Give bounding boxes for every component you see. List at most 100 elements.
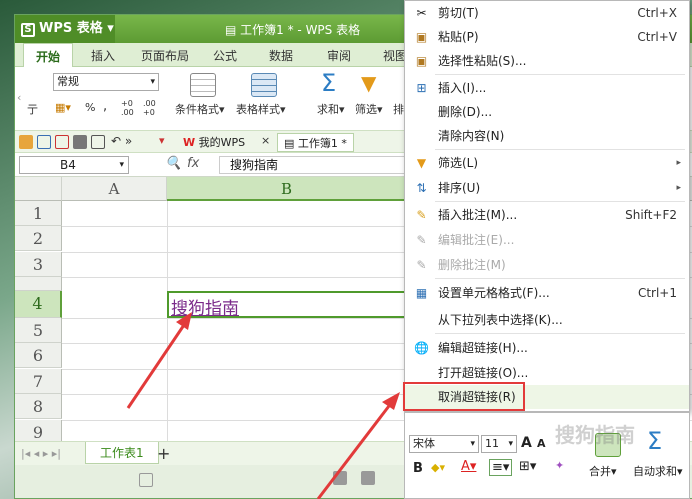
menu-separator (435, 278, 685, 279)
status-icon (139, 473, 153, 487)
tab-home[interactable]: 开始 (23, 43, 74, 68)
ribbon-partial-label: 亍 (27, 103, 38, 116)
cell-b4-hyperlink[interactable]: 搜狗指南 (171, 294, 239, 319)
zoom-icon[interactable]: 🔍 (165, 156, 181, 171)
autosum-button[interactable]: 自动求和▾ (633, 463, 683, 479)
row-header-3[interactable]: 3 (15, 252, 62, 277)
mini-font-select[interactable]: 宋体 ▾ (409, 435, 479, 453)
sum-button[interactable]: 求和▾ (317, 101, 345, 117)
menu-item-paste[interactable]: ▣ 粘贴(P) Ctrl+V (405, 25, 689, 49)
table-style-icon[interactable] (251, 73, 277, 97)
open-icon[interactable] (19, 135, 33, 149)
add-sheet-button[interactable]: + (157, 444, 170, 463)
context-menu: ✂ 剪切(T) Ctrl+X ▣ 粘贴(P) Ctrl+V ▣ 选择性粘贴(S)... ⊞… (404, 0, 690, 412)
row-header-6[interactable]: 6 (15, 343, 62, 368)
menu-item-pick-from-list[interactable]: 从下拉列表中选择(K)... (405, 308, 689, 332)
menu-item-delete[interactable]: 删除(D)... (405, 100, 689, 124)
paste-special-icon: ▣ (415, 54, 428, 68)
view-normal-icon[interactable] (333, 471, 347, 485)
column-header-b[interactable]: B (167, 177, 407, 201)
sheet-tab-1[interactable]: 工作表1 (85, 442, 159, 464)
sheet-nav-icon[interactable]: |◂ ◂ ▸ ▸| (21, 447, 61, 460)
row-header-4[interactable]: 4 (15, 291, 62, 318)
conditional-format-icon[interactable] (190, 73, 216, 97)
my-wps-tab[interactable]: W 我的WPS (177, 133, 251, 152)
autosum-icon[interactable]: Σ (647, 427, 662, 455)
select-all-corner[interactable] (15, 177, 62, 201)
hyperlink-icon: 🌐 (414, 341, 429, 355)
filter-icon[interactable]: ▼ (361, 71, 376, 95)
grid-line (167, 201, 168, 441)
insert-icon: ⊞ (416, 81, 427, 95)
menu-item-edit-hyperlink[interactable]: 🌐 编辑超链接(H)... (405, 336, 689, 360)
comma-button[interactable]: , (103, 99, 107, 114)
font-color-icon[interactable]: A▾ (461, 459, 476, 474)
menu-item-delete-comment[interactable]: ✎ 删除批注(M) (405, 253, 689, 277)
undo-icon[interactable]: ↶ » (111, 134, 132, 148)
menu-separator (435, 333, 685, 334)
menu-item-sort[interactable]: ⇅ 排序(U) ▸ (405, 176, 689, 200)
sort-button[interactable]: 排 (393, 101, 404, 117)
fill-color-icon[interactable]: ◆▾ (431, 461, 445, 474)
currency-icon[interactable]: ▦▾ (55, 101, 71, 114)
export-pdf-icon[interactable] (55, 135, 69, 149)
mini-size-select[interactable]: 11 ▾ (481, 435, 517, 453)
cut-icon: ✂ (416, 6, 427, 20)
bold-button[interactable]: B (413, 461, 423, 476)
format-painter-icon[interactable]: ✦ (555, 459, 564, 472)
window-title: ▤ 工作簿1 * - WPS 表格 (225, 23, 361, 37)
menu-item-format-cells[interactable]: ▦ 设置单元格格式(F)... Ctrl+1 (405, 281, 689, 305)
fx-button[interactable]: fx (187, 156, 199, 171)
menu-item-paste-special[interactable]: ▣ 选择性粘贴(S)... (405, 49, 689, 73)
column-header-a[interactable]: A (62, 177, 167, 201)
menu-item-filter[interactable]: ▼ 筛选(L) ▸ (405, 151, 689, 175)
customize-icon[interactable]: ▾ (159, 134, 165, 147)
save-icon[interactable] (37, 135, 51, 149)
row-header-7[interactable]: 7 (15, 369, 62, 394)
tab-page-layout[interactable]: 页面布局 (141, 47, 189, 64)
tab-insert[interactable]: 插入 (91, 47, 115, 64)
insert-comment-icon: ✎ (416, 208, 427, 222)
conditional-format-button[interactable]: 条件格式▾ (175, 101, 225, 117)
menu-separator (435, 201, 685, 202)
row-header-spacer (15, 277, 62, 291)
menu-item-edit-comment[interactable]: ✎ 编辑批注(E)... (405, 228, 689, 252)
menu-item-insert[interactable]: ⊞ 插入(I)... (405, 76, 689, 100)
tab-data[interactable]: 数据 (269, 47, 293, 64)
row-header-8[interactable]: 8 (15, 394, 62, 419)
menu-item-insert-comment[interactable]: ✎ 插入批注(M)... Shift+F2 (405, 203, 689, 227)
filter-button[interactable]: 筛选▾ (355, 101, 383, 117)
merge-button[interactable]: 合并▾ (589, 463, 617, 479)
name-box[interactable]: B4 ▾ (19, 156, 129, 174)
paste-icon: ▣ (415, 30, 428, 44)
wps-menu-button[interactable]: S WPS 表格 ▾ (15, 15, 115, 43)
grow-font-button[interactable]: A (521, 435, 532, 451)
submenu-arrow-icon: ▸ (676, 158, 681, 168)
menu-item-cut[interactable]: ✂ 剪切(T) Ctrl+X (405, 1, 689, 25)
align-center-icon[interactable]: ≡▾ (489, 459, 513, 476)
submenu-arrow-icon: ▸ (676, 183, 681, 193)
close-tab-icon[interactable]: × (261, 134, 270, 147)
row-header-2[interactable]: 2 (15, 226, 62, 251)
tab-review[interactable]: 审阅 (327, 47, 351, 64)
view-layout-icon[interactable] (361, 471, 375, 485)
filter-icon: ▼ (416, 156, 427, 170)
menu-item-clear-contents[interactable]: 清除内容(N) (405, 124, 689, 148)
shrink-font-button[interactable]: A (537, 437, 546, 450)
increase-decimal-button[interactable]: +0 .00 (121, 99, 139, 117)
menu-separator (435, 149, 685, 150)
workbook-tab[interactable]: ▤ 工作簿1 * (277, 133, 354, 152)
row-header-1[interactable]: 1 (15, 201, 62, 226)
sum-icon[interactable]: Σ (321, 69, 336, 97)
row-header-5[interactable]: 5 (15, 318, 62, 343)
print-preview-icon[interactable] (91, 135, 105, 149)
menu-separator (435, 74, 685, 75)
borders-icon[interactable]: ⊞▾ (519, 459, 536, 474)
percent-button[interactable]: % (85, 101, 95, 114)
table-style-button[interactable]: 表格样式▾ (236, 101, 286, 117)
decrease-decimal-button[interactable]: .00 +0 (143, 99, 161, 117)
tab-formulas[interactable]: 公式 (213, 47, 237, 64)
print-icon[interactable] (73, 135, 87, 149)
number-format-select[interactable]: 常规 ▾ (53, 73, 159, 91)
ribbon-scroll-left[interactable]: ‹ (17, 91, 21, 104)
